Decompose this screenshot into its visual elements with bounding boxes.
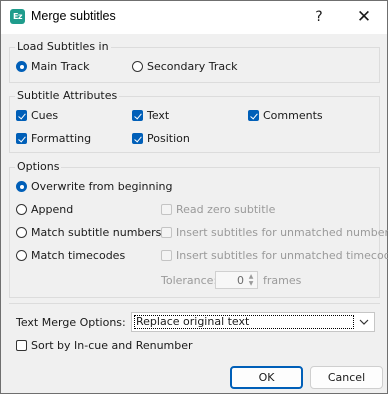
secondary-track-label: Secondary Track <box>147 60 238 73</box>
overwrite-radio[interactable]: Overwrite from beginning <box>16 180 172 193</box>
spin-down-icon[interactable]: ▼ <box>247 280 255 287</box>
read-zero-label: Read zero subtitle <box>176 203 276 216</box>
text-merge-selected-value: Replace original text <box>134 315 354 329</box>
read-zero-checkbox[interactable]: Read zero subtitle <box>161 203 275 216</box>
sort-renumber-checkbox[interactable]: Sort by In-cue and Renumber <box>16 339 193 352</box>
match-numbers-radio-indicator[interactable] <box>16 227 27 238</box>
tolerance-label: Tolerance: <box>161 274 218 287</box>
insert-unmatched-numbers-box[interactable] <box>161 227 172 238</box>
spin-up-icon[interactable]: ▲ <box>247 273 255 280</box>
cancel-button[interactable]: Cancel <box>310 366 383 389</box>
read-zero-checkbox-box[interactable] <box>161 204 172 215</box>
match-timecodes-label: Match timecodes <box>31 249 126 262</box>
main-track-radio[interactable]: Main Track <box>16 60 90 73</box>
tolerance-spinbox[interactable]: 0 ▲ ▼ <box>215 271 258 289</box>
text-label: Text <box>147 109 170 122</box>
insert-unmatched-timecodes-label: Insert subtitles for unmatched timecodes <box>176 249 388 262</box>
title-bar: Ez Merge subtitles ? ✕ <box>1 1 387 34</box>
cues-checkbox[interactable]: Cues <box>16 109 58 122</box>
append-label: Append <box>31 203 74 216</box>
sort-renumber-label: Sort by In-cue and Renumber <box>31 339 193 352</box>
dialog-title: Merge subtitles <box>31 9 116 23</box>
position-checkbox-box[interactable] <box>132 133 143 144</box>
button-bar: OK Cancel <box>1 361 387 393</box>
options-legend: Options <box>15 160 62 173</box>
cues-checkbox-box[interactable] <box>16 110 27 121</box>
append-radio[interactable]: Append <box>16 203 73 216</box>
match-timecodes-radio[interactable]: Match timecodes <box>16 249 125 262</box>
chevron-down-icon[interactable] <box>358 316 370 328</box>
formatting-checkbox-box[interactable] <box>16 133 27 144</box>
overwrite-radio-indicator[interactable] <box>16 181 27 192</box>
overwrite-label: Overwrite from beginning <box>31 180 173 193</box>
insert-unmatched-timecodes-checkbox[interactable]: Insert subtitles for unmatched timecodes <box>161 249 388 262</box>
separator <box>9 303 380 304</box>
text-checkbox-box[interactable] <box>132 110 143 121</box>
subtitle-attributes-legend: Subtitle Attributes <box>15 89 120 102</box>
load-subtitles-legend: Load Subtitles in <box>15 40 111 53</box>
secondary-track-radio[interactable]: Secondary Track <box>132 60 238 73</box>
position-label: Position <box>147 132 190 145</box>
comments-label: Comments <box>263 109 323 122</box>
text-checkbox[interactable]: Text <box>132 109 169 122</box>
main-track-radio-indicator[interactable] <box>16 61 27 72</box>
main-track-label: Main Track <box>31 60 90 73</box>
merge-subtitles-dialog: Ez Merge subtitles ? ✕ Load Subtitles in… <box>0 0 388 394</box>
insert-unmatched-timecodes-box[interactable] <box>161 250 172 261</box>
comments-checkbox-box[interactable] <box>248 110 259 121</box>
match-numbers-label: Match subtitle numbers <box>31 226 162 239</box>
tolerance-value: 0 <box>237 274 244 287</box>
secondary-track-radio-indicator[interactable] <box>132 61 143 72</box>
ok-button[interactable]: OK <box>230 366 303 389</box>
sort-renumber-checkbox-box[interactable] <box>16 340 27 351</box>
close-button[interactable]: ✕ <box>351 6 377 28</box>
append-radio-indicator[interactable] <box>16 204 27 215</box>
comments-checkbox[interactable]: Comments <box>248 109 323 122</box>
app-icon: Ez <box>10 9 25 24</box>
help-button[interactable]: ? <box>306 6 332 28</box>
formatting-checkbox[interactable]: Formatting <box>16 132 91 145</box>
formatting-label: Formatting <box>31 132 92 145</box>
cues-label: Cues <box>31 109 59 122</box>
insert-unmatched-numbers-label: Insert subtitles for unmatched numbers <box>176 226 388 239</box>
position-checkbox[interactable]: Position <box>132 132 190 145</box>
match-timecodes-radio-indicator[interactable] <box>16 250 27 261</box>
tolerance-unit: frames <box>263 274 302 287</box>
text-merge-options-select[interactable]: Replace original text <box>131 312 375 332</box>
text-merge-options-label: Text Merge Options: <box>16 316 126 329</box>
insert-unmatched-numbers-checkbox[interactable]: Insert subtitles for unmatched numbers <box>161 226 388 239</box>
match-numbers-radio[interactable]: Match subtitle numbers <box>16 226 161 239</box>
